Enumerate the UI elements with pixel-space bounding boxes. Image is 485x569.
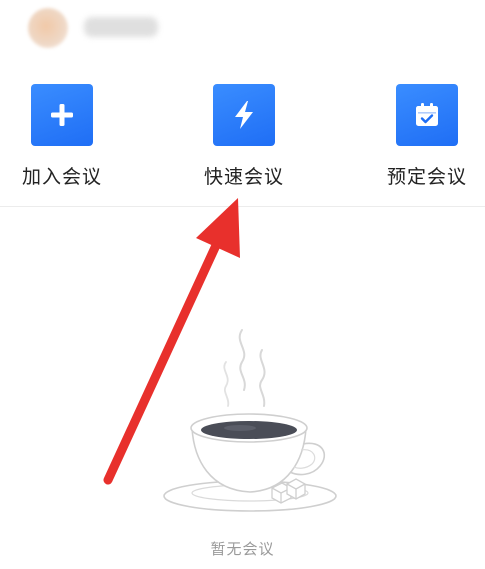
empty-state-text: 暂无会议 [210,540,275,558]
lightning-icon [235,101,253,129]
quick-meeting-tile[interactable] [213,84,275,146]
calendar-check-icon [416,103,438,126]
schedule-meeting-button[interactable]: 预定会议 [367,84,485,194]
coffee-cup-icon [163,329,337,512]
quick-meeting-label: 快速会议 [203,166,284,188]
schedule-meeting-label: 预定会议 [386,166,467,188]
join-meeting-button[interactable]: 加入会议 [2,84,122,194]
plus-icon [51,104,73,126]
section-divider [0,206,485,207]
join-meeting-tile[interactable] [31,84,93,146]
meeting-actions: 加入会议 快速会议 预定会议 [0,84,485,194]
profile-header [0,0,485,60]
quick-meeting-button[interactable]: 快速会议 [184,84,304,194]
avatar[interactable] [28,8,68,48]
join-meeting-label: 加入会议 [21,166,102,188]
schedule-meeting-tile[interactable] [396,84,458,146]
username-redacted [84,17,158,37]
